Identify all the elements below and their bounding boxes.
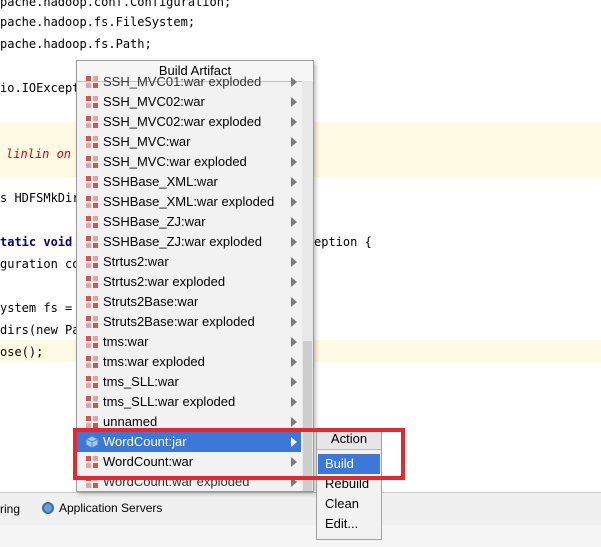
artifact-item-label: SSH_MVC02:war <box>103 94 205 109</box>
artifact-item[interactable]: SSH_MVC02:war <box>77 92 301 112</box>
war-artifact-icon <box>85 355 99 369</box>
war-artifact-icon <box>85 75 99 89</box>
application-servers-tab[interactable]: Application Servers <box>42 501 162 515</box>
war-artifact-icon <box>85 215 99 229</box>
code-line: s HDFSMkDir <box>0 191 80 205</box>
artifact-item-label: tms_SLL:war exploded <box>103 394 236 409</box>
artifact-item-label: SSH_MVC:war exploded <box>103 154 247 169</box>
submenu-arrow-icon <box>291 397 297 407</box>
edit-option[interactable]: Edit... <box>318 514 380 534</box>
submenu-arrow-icon <box>291 97 297 107</box>
artifact-item-label: SSH_MVC:war <box>103 134 191 149</box>
code-line: dirs(new Pa <box>0 323 80 337</box>
war-artifact-icon <box>85 315 99 329</box>
artifact-item-label: unnamed <box>103 414 158 429</box>
artifact-item[interactable]: Struts2Base:war <box>77 292 301 312</box>
war-artifact-icon <box>85 255 99 269</box>
submenu-arrow-icon <box>291 197 297 207</box>
war-artifact-icon <box>85 135 99 149</box>
artifact-item-label: Struts2Base:war <box>103 294 199 309</box>
submenu-arrow-icon <box>291 77 297 87</box>
war-artifact-icon <box>85 95 99 109</box>
artifact-item[interactable]: SSH_MVC:war exploded <box>77 152 301 172</box>
submenu-arrow-icon <box>291 277 297 287</box>
application-servers-icon <box>42 502 54 514</box>
war-artifact-icon <box>85 415 99 429</box>
artifact-item[interactable]: tms_SLL:war exploded <box>77 392 301 412</box>
bottom-tool-bar: ring Application Servers <box>0 492 601 525</box>
artifact-item[interactable]: SSHBase_ZJ:war <box>77 212 301 232</box>
highlight-annotation-box <box>73 428 405 480</box>
code-comment: linlin on <box>6 147 72 161</box>
artifact-item-label: SSH_MVC01:war exploded <box>103 74 262 89</box>
artifact-item-label: tms:war <box>103 334 149 349</box>
code-line: guration co <box>0 257 80 271</box>
tool-tab-label[interactable]: ring <box>0 502 20 516</box>
submenu-arrow-icon <box>291 377 297 387</box>
submenu-arrow-icon <box>291 317 297 327</box>
code-line: ystem fs = <box>0 301 73 315</box>
submenu-arrow-icon <box>291 257 297 267</box>
artifact-item-label: SSHBase_XML:war exploded <box>103 194 275 209</box>
artifact-item[interactable]: SSHBase_ZJ:war exploded <box>77 232 301 252</box>
artifact-item[interactable]: SSH_MVC01:war exploded <box>77 72 301 92</box>
war-artifact-icon <box>85 275 99 289</box>
artifact-item[interactable]: Struts2Base:war exploded <box>77 312 301 332</box>
code-line-tail: eption { <box>314 235 372 249</box>
artifact-item[interactable]: Strtus2:war exploded <box>77 272 301 292</box>
clean-option[interactable]: Clean <box>318 494 380 514</box>
code-line: pache.hadoop.fs.Path; <box>0 37 152 51</box>
artifact-item[interactable]: tms:war exploded <box>77 352 301 372</box>
artifact-item[interactable]: tms:war <box>77 332 301 352</box>
artifact-item-label: tms:war exploded <box>103 354 205 369</box>
artifact-item-label: tms_SLL:war <box>103 374 179 389</box>
submenu-arrow-icon <box>291 137 297 147</box>
submenu-arrow-icon <box>291 357 297 367</box>
submenu-arrow-icon <box>291 177 297 187</box>
war-artifact-icon <box>85 115 99 129</box>
war-artifact-icon <box>85 235 99 249</box>
artifact-item-label: Strtus2:war exploded <box>103 274 226 289</box>
war-artifact-icon <box>85 195 99 209</box>
submenu-arrow-icon <box>291 157 297 167</box>
submenu-arrow-icon <box>291 237 297 247</box>
war-artifact-icon <box>85 175 99 189</box>
artifact-item-label: SSHBase_XML:war <box>103 174 218 189</box>
war-artifact-icon <box>85 155 99 169</box>
artifact-item[interactable]: SSH_MVC02:war exploded <box>77 112 301 132</box>
artifact-item[interactable]: SSH_MVC:war <box>77 132 301 152</box>
code-line: ose(); <box>0 345 44 359</box>
war-artifact-icon <box>85 375 99 389</box>
code-line-keyword: tatic void <box>0 235 73 249</box>
artifact-item-label: SSHBase_ZJ:war exploded <box>103 234 262 249</box>
artifact-item[interactable]: SSHBase_XML:war exploded <box>77 192 301 212</box>
war-artifact-icon <box>85 335 99 349</box>
war-artifact-icon <box>85 295 99 309</box>
submenu-arrow-icon <box>291 297 297 307</box>
artifact-item[interactable]: Strtus2:war <box>77 252 301 272</box>
artifact-item-label: SSH_MVC02:war exploded <box>103 114 262 129</box>
application-servers-label: Application Servers <box>59 501 163 515</box>
code-line: pache.hadoop.fs.FileSystem; <box>0 15 196 29</box>
artifact-item[interactable]: tms_SLL:war <box>77 372 301 392</box>
submenu-arrow-icon <box>291 217 297 227</box>
artifact-item-label: Strtus2:war <box>103 254 169 269</box>
submenu-arrow-icon <box>291 417 297 427</box>
war-artifact-icon <box>85 395 99 409</box>
artifact-item[interactable]: SSHBase_XML:war <box>77 172 301 192</box>
artifact-item-label: Struts2Base:war exploded <box>103 314 255 329</box>
submenu-arrow-icon <box>291 337 297 347</box>
desktop-background <box>0 525 601 547</box>
code-line: io.IOExcept <box>0 81 80 95</box>
artifact-item-label: SSHBase_ZJ:war <box>103 214 206 229</box>
submenu-arrow-icon <box>291 117 297 127</box>
